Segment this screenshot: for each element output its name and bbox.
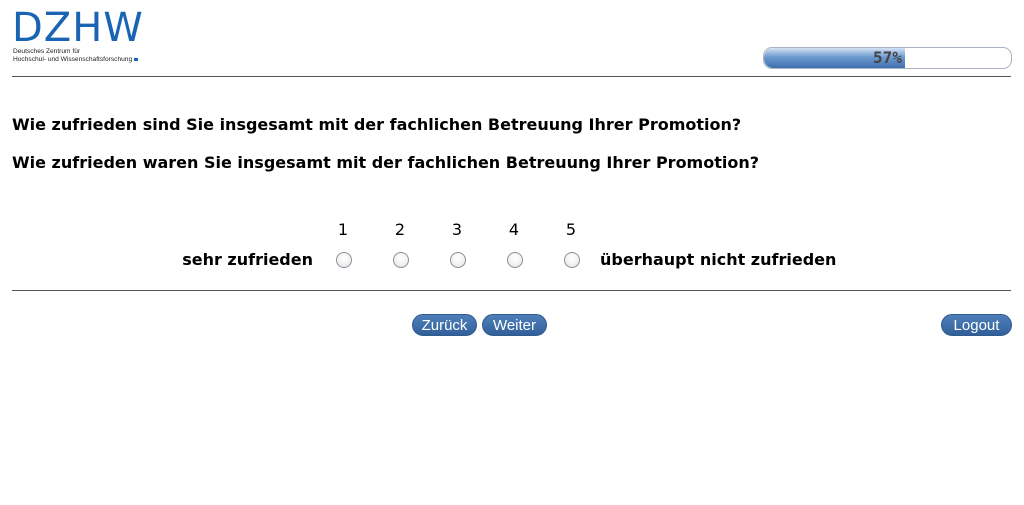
logout-button[interactable]: Logout xyxy=(941,314,1012,336)
radio-option-2[interactable] xyxy=(393,252,409,268)
scale-left-label: sehr zufrieden xyxy=(182,250,313,269)
header-divider xyxy=(12,76,1011,77)
logo-square-icon xyxy=(134,57,139,61)
radio-option-4[interactable] xyxy=(507,252,523,268)
dzhw-logo: DZHW Deutsches Zentrum für Hochschul- un… xyxy=(12,5,152,68)
logo-subtitle: Deutsches Zentrum für Hochschul- und Wis… xyxy=(13,48,139,64)
progress-label: 57% xyxy=(873,48,902,67)
next-button[interactable]: Weiter xyxy=(482,314,547,336)
scale-number-4: 4 xyxy=(508,220,520,239)
radio-option-3[interactable] xyxy=(450,252,466,268)
logo-subtitle-line1: Deutsches Zentrum für xyxy=(13,48,81,55)
logo-subtitle-line2: Hochschul- und Wissenschaftsforschung xyxy=(13,56,133,63)
content-divider xyxy=(12,290,1011,291)
scale-number-5: 5 xyxy=(565,220,577,239)
radio-option-5[interactable] xyxy=(564,252,580,268)
question-text-2: Wie zufrieden waren Sie insgesamt mit de… xyxy=(12,153,760,172)
logo-wordmark: DZHW xyxy=(12,5,144,51)
progress-bar: 57% xyxy=(763,47,1012,69)
scale-number-1: 1 xyxy=(337,220,349,239)
scale-number-2: 2 xyxy=(394,220,406,239)
scale-right-label: überhaupt nicht zufrieden xyxy=(600,250,837,269)
question-text-1: Wie zufrieden sind Sie insgesamt mit der… xyxy=(12,115,742,134)
back-button[interactable]: Zurück xyxy=(412,314,477,336)
scale-number-3: 3 xyxy=(451,220,463,239)
radio-option-1[interactable] xyxy=(336,252,352,268)
